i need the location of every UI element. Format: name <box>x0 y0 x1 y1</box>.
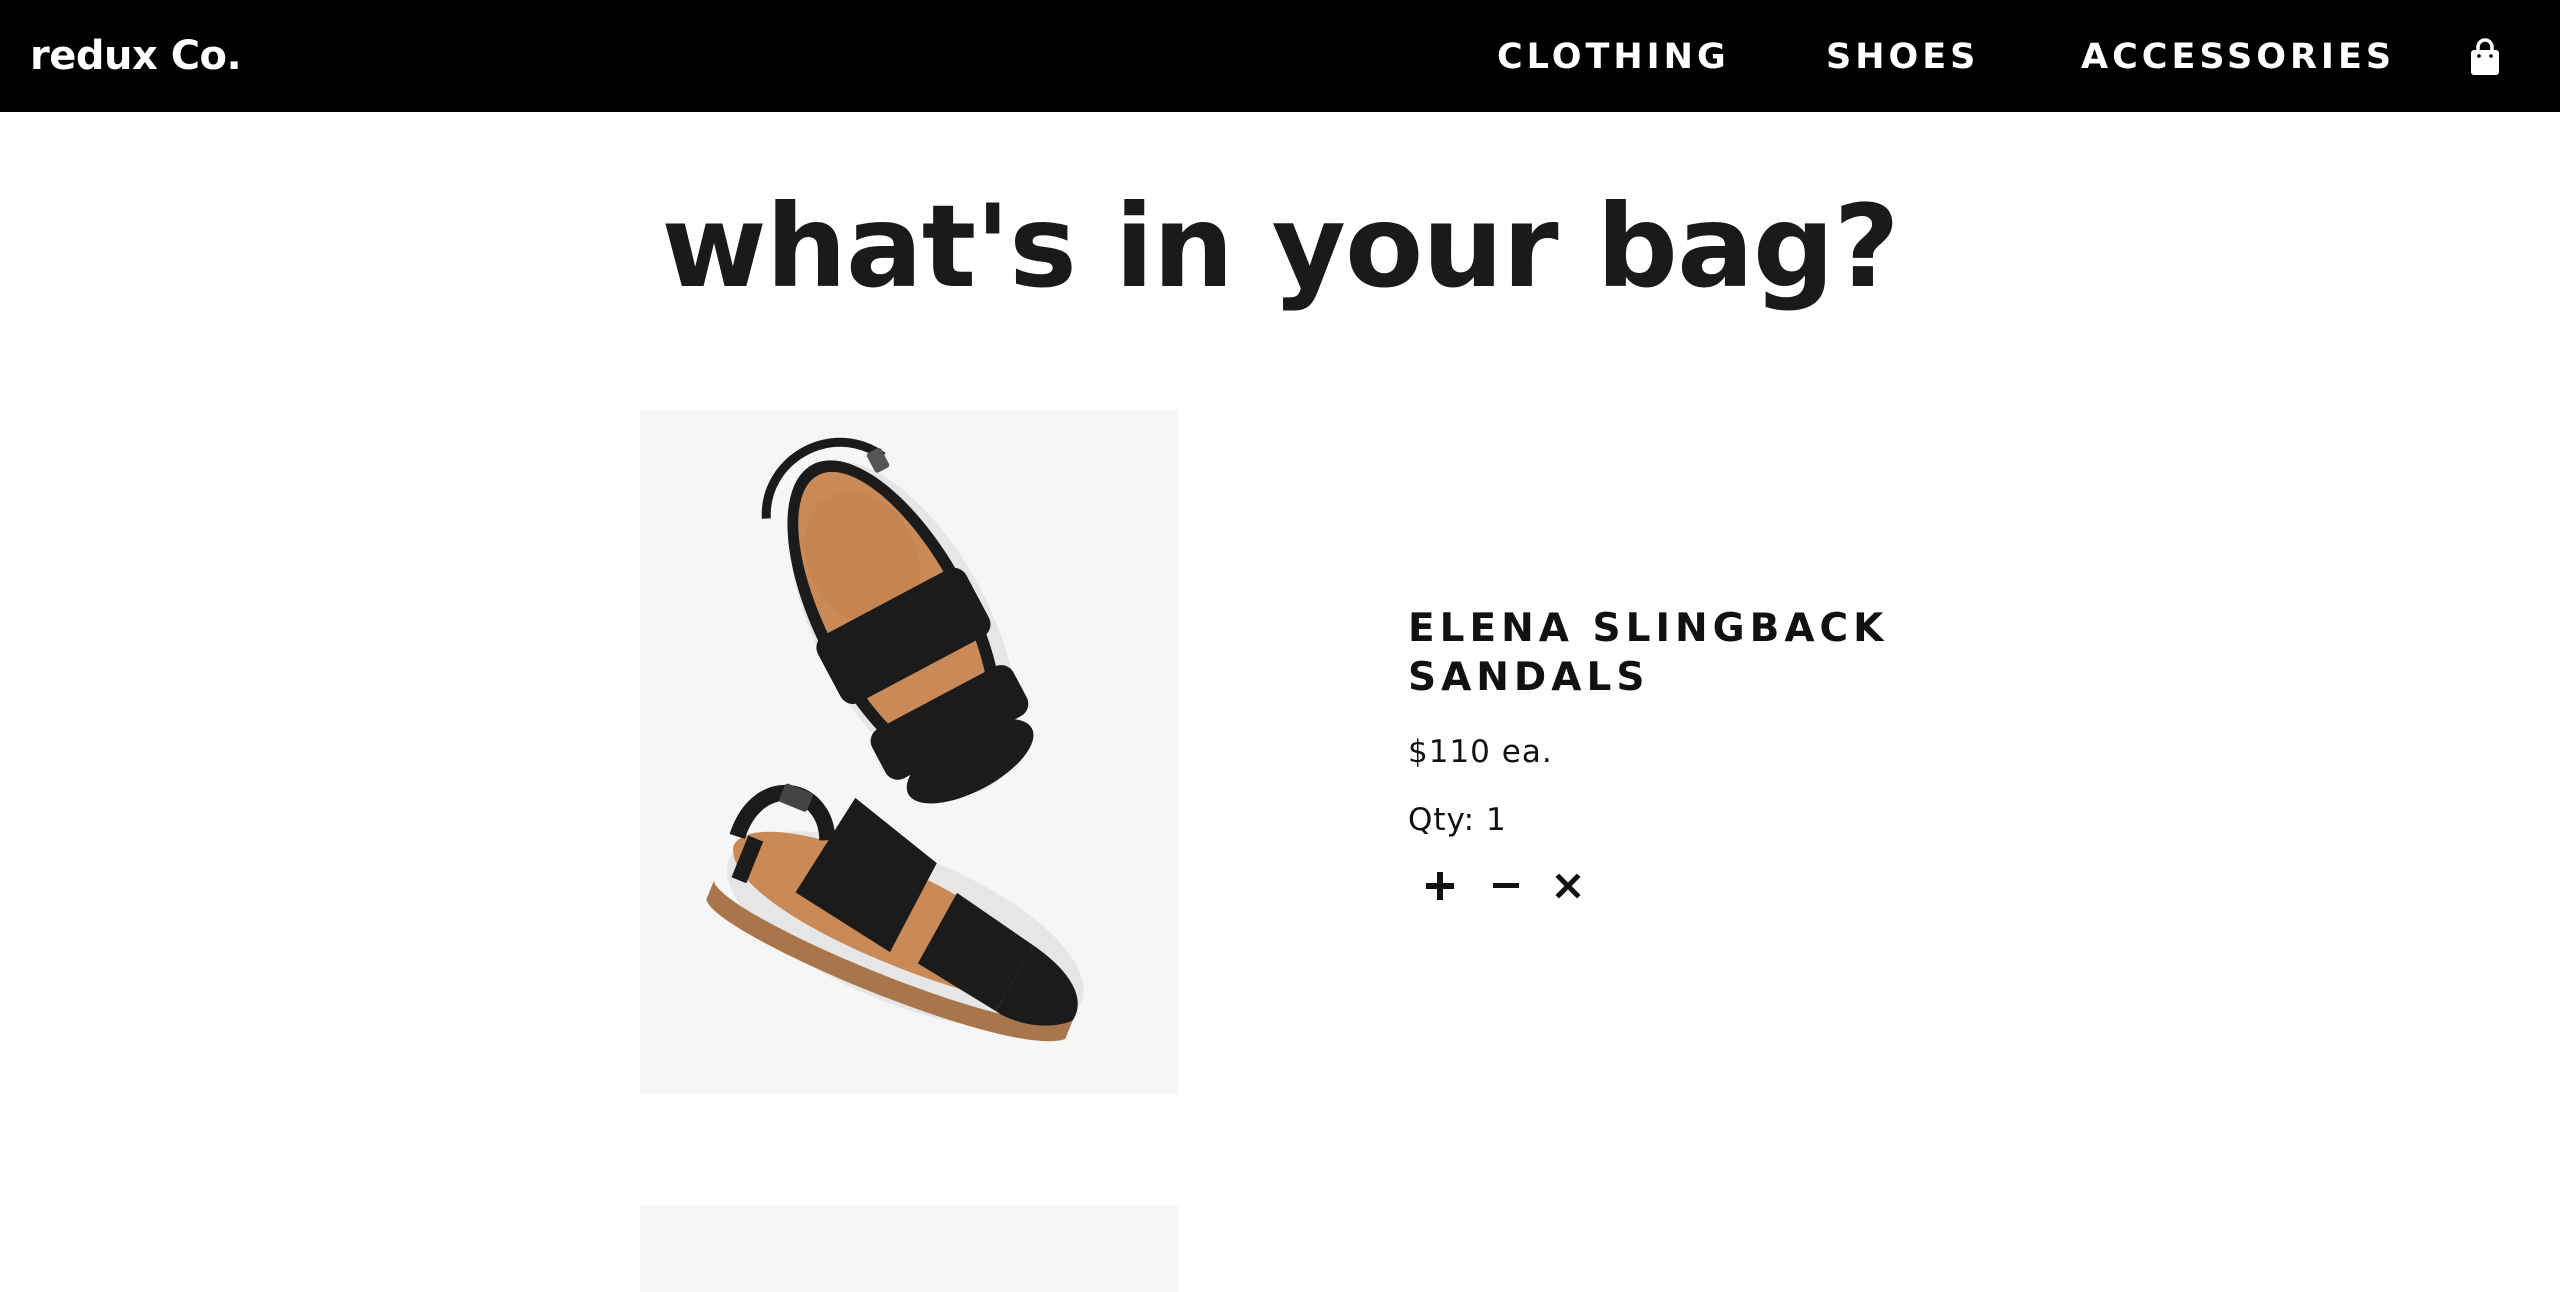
product-quantity: Qty: 1 <box>1408 802 1507 838</box>
brand-logo[interactable]: redux Co. <box>30 26 242 86</box>
product-image[interactable] <box>640 410 1178 1094</box>
next-product-image[interactable] <box>640 1205 1178 1292</box>
nav-link-accessories[interactable]: ACCESSORIES <box>2081 32 2395 82</box>
black-slingback-sandals-photo <box>706 437 1084 1042</box>
nav-link-clothing[interactable]: CLOTHING <box>1497 32 1730 82</box>
shopping-bag-icon[interactable] <box>2470 38 2500 76</box>
top-navbar: redux Co. CLOTHING SHOES ACCESSORIES <box>0 0 2560 112</box>
product-price: $110 ea. <box>1408 734 1553 770</box>
page-title: what's in your bag? <box>661 180 1899 313</box>
close-icon[interactable] <box>1548 866 1588 906</box>
nav-link-shoes[interactable]: SHOES <box>1826 32 1979 82</box>
plus-icon[interactable] <box>1420 866 1460 906</box>
minus-icon[interactable] <box>1486 866 1526 906</box>
product-name[interactable]: ELENA SLINGBACK SANDALS <box>1408 604 1928 702</box>
